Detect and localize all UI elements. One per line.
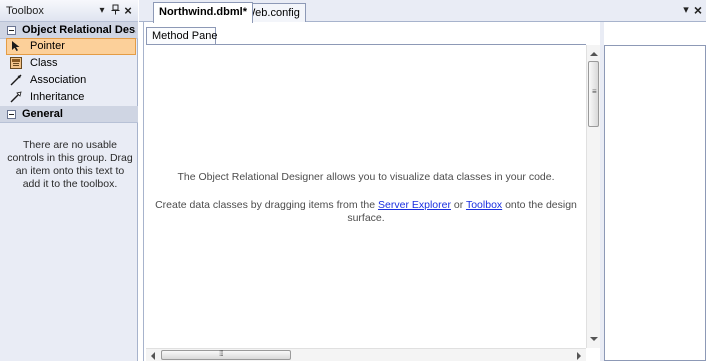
group-label: Object Relational Des... <box>22 24 136 36</box>
vertical-scrollbar[interactable]: ≡ <box>586 45 600 348</box>
designer-message-intro: The Object Relational Designer allows yo… <box>177 171 555 183</box>
tool-label: Association <box>30 74 87 86</box>
scroll-up-icon[interactable] <box>590 52 598 56</box>
designer-message-surface: surface. <box>347 212 385 224</box>
designer-message-instructions: Create data classes by dragging items fr… <box>150 199 582 211</box>
tool-label: Pointer <box>30 40 65 52</box>
class-icon <box>10 57 22 69</box>
tool-label: Inheritance <box>30 91 85 103</box>
toolbox-link[interactable]: Toolbox <box>466 199 502 211</box>
collapse-icon[interactable] <box>7 110 16 119</box>
tool-pointer[interactable]: Pointer <box>6 38 136 55</box>
grip-icon: ≡ <box>592 87 597 96</box>
tool-inheritance[interactable]: Inheritance <box>6 89 136 106</box>
toolbox-title-bar: Toolbox ▾ × <box>0 0 138 22</box>
horizontal-scrollbar[interactable]: ⁞⁞⁞ <box>146 348 586 361</box>
method-pane[interactable] <box>604 45 706 361</box>
toolbox-dropdown-icon[interactable]: ▾ <box>96 4 108 17</box>
group-object-relational-designer[interactable]: Object Relational Des... <box>0 22 138 39</box>
toolbox-title: Toolbox <box>6 5 44 17</box>
server-explorer-link[interactable]: Server Explorer <box>378 199 451 211</box>
tab-dropdown-icon[interactable]: ▾ <box>680 4 692 17</box>
method-pane-tab[interactable]: Method Pane <box>146 27 217 45</box>
toolbox-panel: Toolbox ▾ × Object Relational Des... Poi… <box>0 0 138 361</box>
tool-association[interactable]: Association <box>6 72 136 89</box>
scroll-left-icon[interactable] <box>151 352 155 360</box>
message-text: Create data classes by dragging items fr… <box>155 199 379 211</box>
group-label: General <box>22 108 63 120</box>
scroll-right-icon[interactable] <box>577 352 581 360</box>
divider <box>146 44 586 45</box>
pointer-icon <box>10 40 22 52</box>
collapse-icon[interactable] <box>7 26 16 35</box>
scroll-down-icon[interactable] <box>590 337 598 341</box>
document-tab-strip: Northwind.dbml* Web.config ▾ × <box>139 0 706 23</box>
tool-label: Class <box>30 57 58 69</box>
association-icon <box>10 74 22 86</box>
message-text: onto the design <box>502 199 577 211</box>
group-general[interactable]: General <box>0 106 138 123</box>
inheritance-icon <box>10 91 22 103</box>
horizontal-scroll-thumb[interactable]: ⁞⁞⁞ <box>161 349 291 360</box>
tab-northwind-dbml[interactable]: Northwind.dbml* <box>153 2 253 23</box>
tab-close-icon[interactable]: × <box>692 3 704 17</box>
design-surface[interactable] <box>143 22 600 361</box>
tool-class[interactable]: Class <box>6 55 136 72</box>
grip-icon: ⁞⁞⁞ <box>219 349 224 358</box>
toolbox-pin-icon[interactable] <box>109 4 121 17</box>
vertical-scroll-thumb[interactable]: ≡ <box>588 61 599 127</box>
toolbox-close-icon[interactable]: × <box>122 4 134 17</box>
message-text: or <box>450 199 466 211</box>
general-empty-message: There are no usable controls in this gro… <box>7 139 133 190</box>
